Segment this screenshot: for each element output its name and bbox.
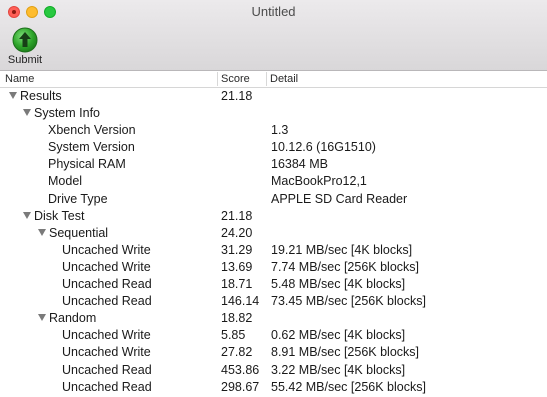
row-score: 13.69 — [221, 259, 253, 274]
disclosure-triangle-icon[interactable] — [23, 109, 31, 117]
outline-row[interactable]: System Version 10.12.6 (16G1510) — [0, 139, 547, 156]
row-name: Results — [20, 89, 62, 103]
row-name: Uncached Read — [62, 362, 152, 377]
outline-row[interactable]: Results 21.18 — [0, 88, 547, 105]
disclosure-triangle-icon[interactable] — [38, 228, 46, 236]
row-name: Sequential — [49, 225, 109, 240]
row-detail: 1.3 — [271, 123, 289, 138]
row-name: System Info — [34, 106, 100, 121]
row-detail: 7.74 MB/sec [256K blocks] — [271, 259, 419, 274]
outline-row[interactable]: Uncached Write 5.85 0.62 MB/sec [4K bloc… — [0, 327, 547, 344]
window-title: Untitled — [251, 4, 296, 19]
outline-row[interactable]: Drive Type APPLE SD Card Reader — [0, 191, 547, 208]
outline-row[interactable]: Uncached Read 146.14 73.45 MB/sec [256K … — [0, 293, 547, 310]
row-score: 21.18 — [221, 89, 253, 103]
column-divider[interactable] — [266, 72, 267, 86]
upload-arrow-icon — [12, 27, 38, 53]
title-toolbar: Untitled Submit — [0, 0, 547, 71]
row-detail: 10.12.6 (16G1510) — [271, 140, 376, 155]
column-name-header[interactable]: Name — [5, 72, 34, 87]
outline-row[interactable]: Uncached Write 31.29 19.21 MB/sec [4K bl… — [0, 242, 547, 259]
row-score: 31.29 — [221, 242, 253, 257]
row-name: Uncached Write — [62, 328, 151, 343]
outline-row[interactable]: Model MacBookPro12,1 — [0, 173, 547, 190]
outline-row[interactable]: Sequential 24.20 — [0, 225, 547, 242]
disclosure-triangle-icon[interactable] — [23, 211, 31, 219]
outline-row[interactable]: Disk Test 21.18 — [0, 208, 547, 225]
row-score: 21.18 — [221, 208, 253, 223]
column-score-header[interactable]: Score — [221, 72, 250, 87]
row-detail: 73.45 MB/sec [256K blocks] — [271, 294, 426, 309]
submit-label: Submit — [7, 54, 43, 66]
row-name: Disk Test — [34, 208, 85, 223]
row-name: Uncached Write — [62, 242, 151, 257]
row-detail: 3.22 MB/sec [4K blocks] — [271, 362, 406, 377]
row-name: Uncached Read — [62, 277, 152, 292]
outline-row[interactable]: Uncached Write 13.69 7.74 MB/sec [256K b… — [0, 259, 547, 276]
row-name: Xbench Version — [48, 123, 136, 138]
outline-row[interactable]: Uncached Read 18.71 5.48 MB/sec [4K bloc… — [0, 276, 547, 293]
row-name: Uncached Read — [62, 294, 152, 309]
row-score: 18.71 — [221, 277, 253, 292]
disclosure-triangle-icon[interactable] — [38, 314, 46, 322]
outline-row[interactable]: Random 18.82 — [0, 310, 547, 327]
row-detail: 19.21 MB/sec [4K blocks] — [271, 242, 413, 257]
row-detail: MacBookPro12,1 — [271, 174, 367, 189]
row-name: Drive Type — [48, 191, 108, 206]
row-name: Physical RAM — [48, 157, 126, 172]
row-detail: 55.42 MB/sec [256K blocks] — [271, 379, 426, 394]
outline-row[interactable]: Uncached Read 298.67 55.42 MB/sec [256K … — [0, 379, 547, 396]
outline-row[interactable]: Uncached Read 453.86 3.22 MB/sec [4K blo… — [0, 362, 547, 379]
row-detail: 16384 MB — [271, 157, 328, 172]
outline-row[interactable]: Xbench Version 1.3 — [0, 122, 547, 139]
row-score: 453.86 — [221, 362, 260, 377]
row-score: 146.14 — [221, 294, 260, 309]
row-score: 5.85 — [221, 328, 246, 343]
row-detail: APPLE SD Card Reader — [271, 191, 408, 206]
row-name: Uncached Read — [62, 379, 152, 394]
outline-row[interactable]: Physical RAM 16384 MB — [0, 156, 547, 173]
row-name: System Version — [48, 140, 135, 155]
outline-row[interactable]: Uncached Write 27.82 8.91 MB/sec [256K b… — [0, 344, 547, 361]
row-detail: 8.91 MB/sec [256K blocks] — [271, 345, 419, 360]
row-score: 24.20 — [221, 225, 253, 240]
row-name: Uncached Write — [62, 259, 151, 274]
row-detail: 0.62 MB/sec [4K blocks] — [271, 328, 406, 343]
submit-button[interactable]: Submit — [6, 27, 44, 67]
app-window: Untitled Submit Name Score Detail Result… — [0, 0, 547, 397]
disclosure-triangle-icon[interactable] — [9, 92, 17, 100]
row-name: Model — [48, 174, 83, 189]
row-name: Random — [49, 311, 97, 326]
column-divider[interactable] — [217, 72, 218, 86]
column-detail-header[interactable]: Detail — [270, 72, 298, 87]
row-score: 27.82 — [221, 345, 253, 360]
row-detail: 5.48 MB/sec [4K blocks] — [271, 277, 406, 292]
row-score: 298.67 — [221, 379, 260, 394]
row-score: 18.82 — [221, 311, 253, 326]
row-name: Uncached Write — [62, 345, 151, 360]
outline-row[interactable]: System Info — [0, 105, 547, 122]
table-header: Name Score Detail — [0, 71, 547, 88]
results-outline: Results 21.18 System Info Xbench Version… — [0, 88, 547, 396]
